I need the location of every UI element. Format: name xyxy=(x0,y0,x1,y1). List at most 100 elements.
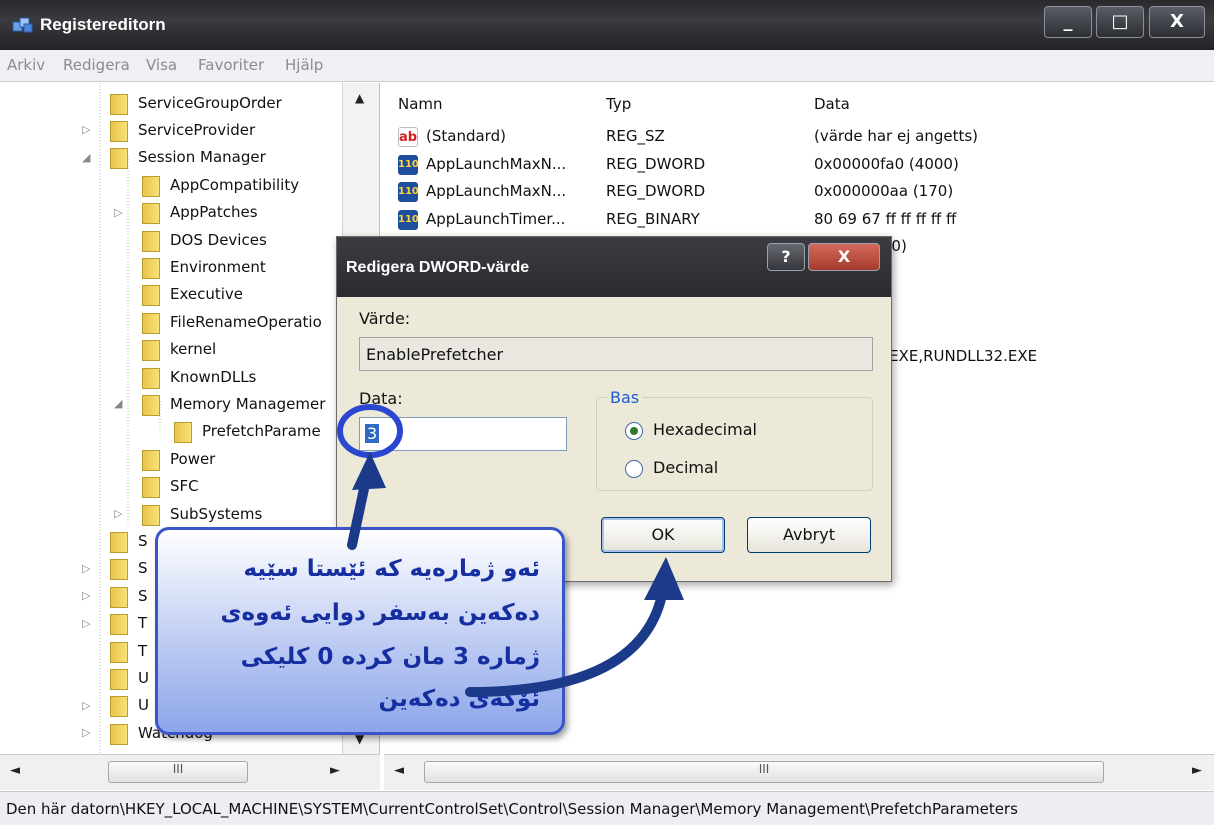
folder-icon xyxy=(140,201,160,225)
value-type: REG_SZ xyxy=(606,127,665,145)
tree-item-label: AppPatches xyxy=(170,203,258,222)
tree-horizontal-scrollbar[interactable]: ◄ III ► xyxy=(0,754,380,790)
tree-item[interactable]: ▷ S xyxy=(82,555,148,582)
data-input[interactable]: 3 xyxy=(359,417,567,451)
tree-item[interactable]: DOS Devices xyxy=(140,226,267,253)
tree-item[interactable]: S xyxy=(108,527,148,554)
title-bar: Registereditorn _ □ X xyxy=(0,0,1214,50)
annotation-line-1: ئەو ژمارەیە کە ئێستا سێیە xyxy=(243,556,540,582)
column-header-data[interactable]: Data xyxy=(814,95,850,113)
collapse-icon[interactable]: ◢ xyxy=(82,151,90,164)
column-header-name[interactable]: Namn xyxy=(398,95,443,113)
tree-item-label: KnownDLLs xyxy=(170,367,257,386)
tree-item-label: ServiceProvider xyxy=(138,120,256,139)
scroll-up-arrow-icon[interactable]: ▲ xyxy=(355,91,364,105)
tree-item[interactable]: ServiceGroupOrder xyxy=(108,89,282,116)
column-header-type[interactable]: Typ xyxy=(606,95,631,113)
cancel-button[interactable]: Avbryt xyxy=(747,517,871,553)
scroll-right-arrow-icon[interactable]: ► xyxy=(330,763,340,778)
status-bar: Den här datorn\HKEY_LOCAL_MACHINE\SYSTEM… xyxy=(0,791,1214,825)
base-group: Bas Hexadecimal Decimal xyxy=(596,388,873,491)
tree-item[interactable]: AppCompatibility xyxy=(140,171,299,198)
expand-icon[interactable]: ▷ xyxy=(82,123,90,136)
tree-item-label: Executive xyxy=(170,285,244,304)
tree-item[interactable]: PrefetchParame xyxy=(172,418,321,445)
tree-item-label: U xyxy=(138,668,149,687)
tree-item[interactable]: FileRenameOperatio xyxy=(140,308,322,335)
folder-icon xyxy=(108,92,128,115)
tree-item[interactable]: ▷ SubSystems xyxy=(114,500,262,527)
tree-item-label: S xyxy=(138,586,148,605)
tree-item[interactable]: Power xyxy=(140,445,215,472)
hexadecimal-radio[interactable] xyxy=(625,422,643,440)
expand-icon[interactable]: ▷ xyxy=(82,726,90,739)
hexadecimal-label[interactable]: Hexadecimal xyxy=(653,420,757,439)
tree-item[interactable]: T xyxy=(108,637,147,664)
folder-icon xyxy=(108,640,128,663)
value-name: AppLaunchMaxN... xyxy=(426,182,567,200)
help-button[interactable]: ? xyxy=(767,243,805,271)
tree-item[interactable]: Executive xyxy=(140,281,243,308)
value-type: REG_BINARY xyxy=(606,209,700,228)
annotation-callout: ئەو ژمارەیە کە ئێستا سێیە دەکەین بەسفر د… xyxy=(155,527,565,735)
tree-item[interactable]: kernel xyxy=(140,336,216,363)
expand-icon[interactable]: ▷ xyxy=(114,206,122,219)
menu-visa[interactable]: Visa xyxy=(146,56,177,74)
scroll-right-arrow-icon[interactable]: ► xyxy=(1192,763,1202,778)
menu-favoriter[interactable]: Favoriter xyxy=(198,56,264,74)
list-row[interactable]: 110 AppLaunchMaxN... REG_DWORD 0x00000fa0 (… xyxy=(398,152,1208,179)
menu-redigera[interactable]: Redigera xyxy=(63,56,130,74)
window-title: Registereditorn xyxy=(40,15,166,34)
tree-item[interactable]: ▷ U xyxy=(82,692,149,719)
tree-item[interactable]: KnownDLLs xyxy=(140,363,256,390)
tree-scroll-thumb[interactable]: III xyxy=(108,761,248,783)
tree-item[interactable]: ▷ S xyxy=(82,582,148,609)
data-label: Data: xyxy=(359,389,403,408)
dialog-close-button[interactable]: X xyxy=(808,243,880,271)
binary-value-icon: 110 xyxy=(398,209,419,230)
scroll-left-arrow-icon[interactable]: ◄ xyxy=(10,763,20,778)
folder-icon xyxy=(108,667,128,690)
expand-icon[interactable]: ▷ xyxy=(114,507,122,520)
tree-item-label: PrefetchParame xyxy=(202,422,321,441)
data-input-value: 3 xyxy=(365,424,380,443)
folder-icon xyxy=(172,420,192,444)
dialog-title-bar: Redigera DWORD-värde ? X xyxy=(337,237,891,297)
tree-item[interactable]: ▷ ServiceProvider xyxy=(82,116,256,143)
expand-icon[interactable]: ▷ xyxy=(82,699,90,712)
ok-button[interactable]: OK xyxy=(601,517,725,553)
expand-icon[interactable]: ▷ xyxy=(82,617,90,630)
value-data: (värde har ej angetts) xyxy=(814,127,979,145)
list-scroll-thumb[interactable]: III xyxy=(424,761,1104,783)
minimize-button[interactable]: _ xyxy=(1044,6,1092,38)
tree-item[interactable]: SFC xyxy=(140,473,199,500)
collapse-icon[interactable]: ◢ xyxy=(114,397,122,410)
value-name-label: Värde: xyxy=(359,309,411,328)
decimal-radio[interactable] xyxy=(625,460,643,478)
menu-arkiv[interactable]: Arkiv xyxy=(7,56,45,74)
list-row[interactable]: 110 AppLaunchTimer... REG_BINARY 80 69 67 f… xyxy=(398,207,1208,234)
list-row[interactable]: ab (Standard) REG_SZ (värde har ej angetts) xyxy=(398,124,1208,151)
value-data: 0x000000aa (170) xyxy=(814,182,954,200)
expand-icon[interactable]: ▷ xyxy=(82,562,90,575)
menu-hjalp[interactable]: Hjälp xyxy=(285,56,323,74)
tree-item[interactable]: Environment xyxy=(140,253,266,280)
scroll-left-arrow-icon[interactable]: ◄ xyxy=(394,763,404,778)
decimal-label[interactable]: Decimal xyxy=(653,458,718,477)
tree-item-label: kernel xyxy=(170,340,217,359)
folder-icon xyxy=(108,722,128,745)
value-name-field: EnablePrefetcher xyxy=(359,337,873,371)
tree-item-label: ServiceGroupOrder xyxy=(138,93,282,112)
folder-icon xyxy=(108,557,128,581)
tree-item[interactable]: ▷ T xyxy=(82,610,147,637)
tree-item[interactable]: ◢ Memory Managemer xyxy=(114,390,325,417)
list-horizontal-scrollbar[interactable]: ◄ III ► xyxy=(384,754,1214,790)
tree-item[interactable]: ▷ AppPatches xyxy=(114,199,258,226)
tree-item[interactable]: ◢ Session Manager xyxy=(82,144,266,171)
value-data: 80 69 67 ff ff ff ff ff xyxy=(814,209,957,228)
tree-item[interactable]: U xyxy=(108,664,149,691)
maximize-button[interactable]: □ xyxy=(1096,6,1144,38)
expand-icon[interactable]: ▷ xyxy=(82,589,90,602)
list-row[interactable]: 110 AppLaunchMaxN... REG_DWORD 0x000000aa (… xyxy=(398,179,1208,206)
close-button[interactable]: X xyxy=(1149,6,1205,38)
